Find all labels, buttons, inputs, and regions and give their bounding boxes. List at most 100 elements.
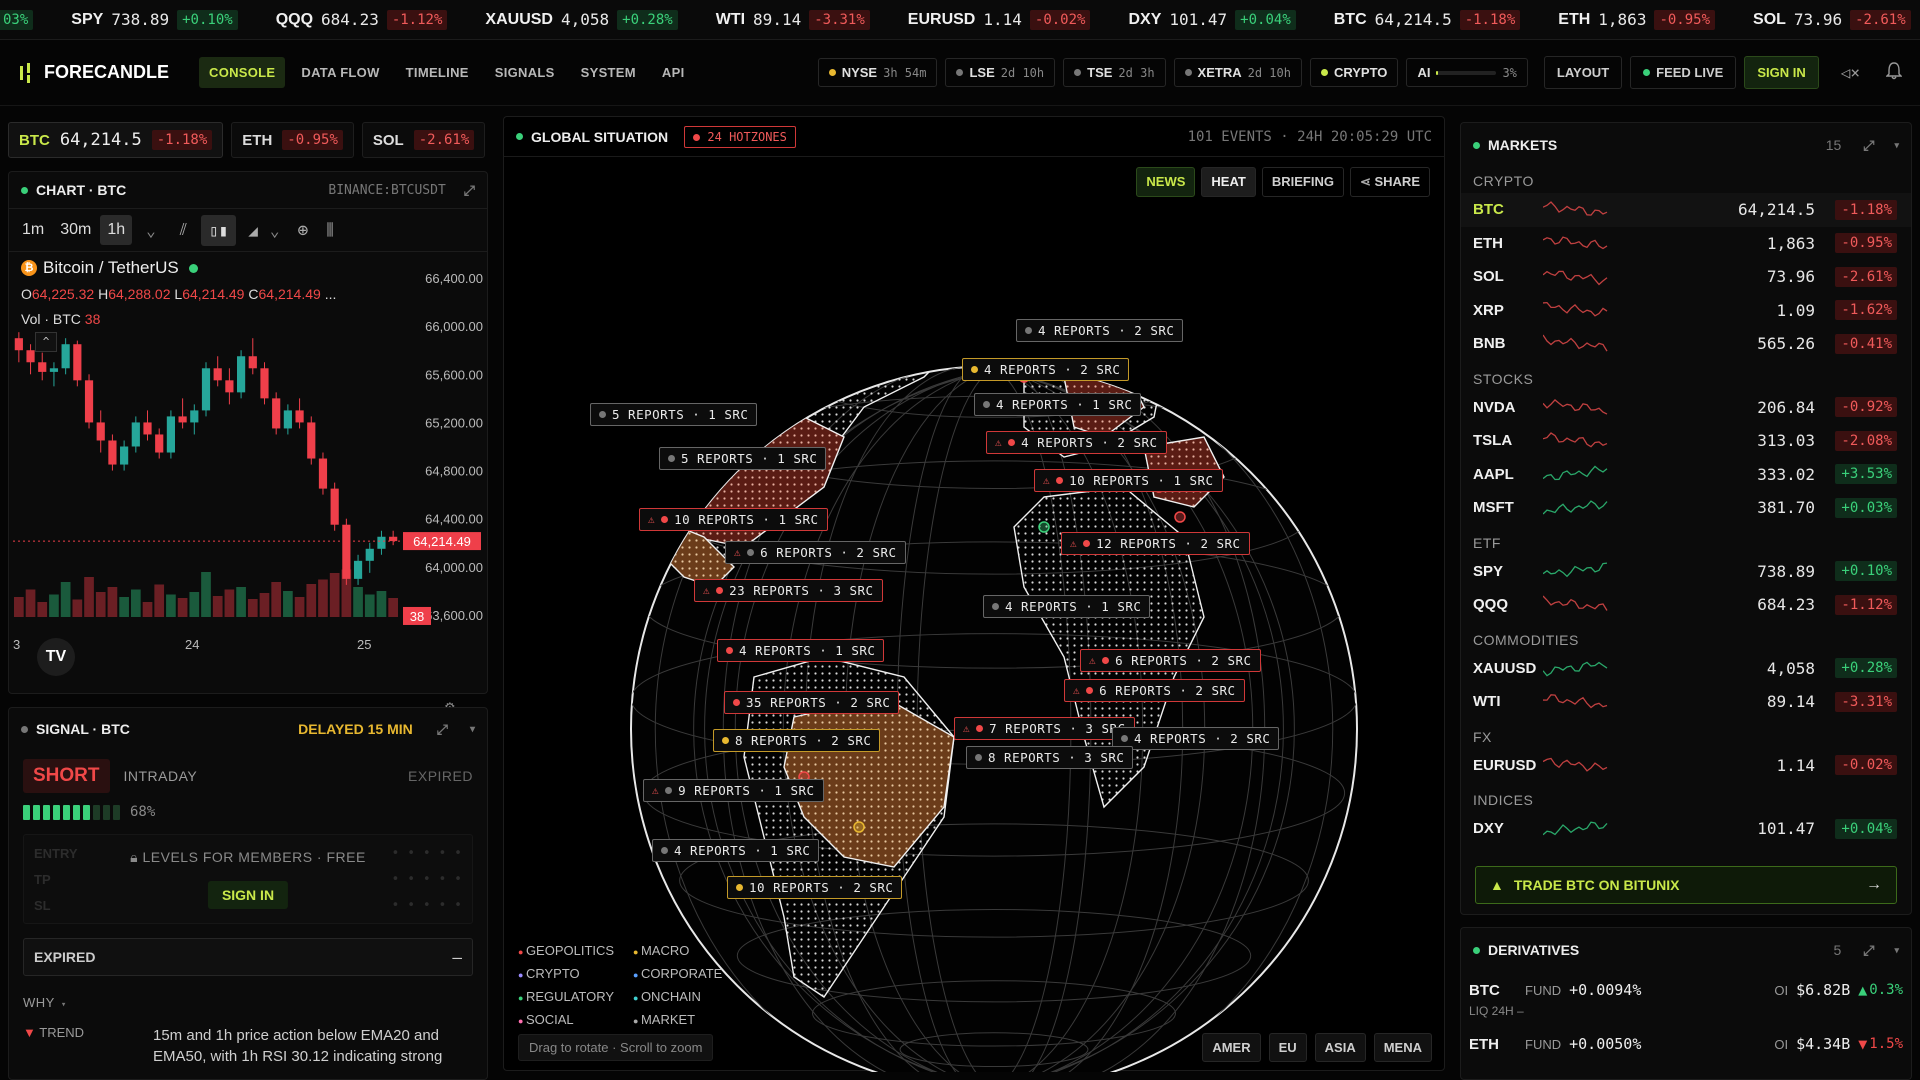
expand-icon[interactable]: ⤢ (1863, 137, 1874, 154)
legend-geopolitics[interactable]: ● GEOPOLITICS (518, 943, 633, 958)
legend-social[interactable]: ● SOCIAL (518, 1012, 633, 1027)
market-row-xauusd[interactable]: XAUUSD 4,058 +0.28% (1461, 652, 1911, 686)
market-row-spy[interactable]: SPY 738.89 +0.10% (1461, 555, 1911, 589)
legend-market[interactable]: ● MARKET (633, 1012, 748, 1027)
hotzone-label[interactable]: 8 REPORTS · 2 SRC (713, 729, 881, 752)
hotzone-label[interactable]: ⚠ 6 REPORTS · 2 SRC (1080, 649, 1261, 672)
market-hours-crypto[interactable]: CRYPTO (1309, 58, 1399, 87)
chevron-down-icon[interactable]: ▾ (470, 724, 475, 735)
hotzone-label[interactable]: ⚠ 7 REPORTS · 3 SRC (954, 717, 1135, 740)
hotzone-label[interactable]: 4 REPORTS · 1 SRC (717, 639, 885, 662)
chevron-down-icon[interactable]: ▾ (1894, 945, 1899, 956)
ticker-item[interactable]: SPY 738.89 +0.10% (71, 9, 238, 30)
brand-logo[interactable]: FORECANDLE (18, 62, 169, 83)
ticker-item[interactable]: QQQ 684.23 -1.12% (276, 9, 448, 30)
market-hours-nyse[interactable]: NYSE 3h 54m (817, 58, 938, 87)
hotzone-label[interactable]: 8 REPORTS · 3 SRC (966, 746, 1134, 769)
why-section[interactable]: WHY ▾ (9, 976, 487, 1011)
expand-icon[interactable]: ⤢ (1863, 942, 1874, 959)
ticker-item[interactable]: ETH 1,863 -0.95% (1558, 9, 1716, 30)
nav-tab-timeline[interactable]: TIMELINE (396, 57, 479, 88)
ai-usage[interactable]: AI 3% (1406, 58, 1528, 87)
hotzone-label[interactable]: 4 REPORTS · 1 SRC (974, 393, 1142, 416)
derivative-row-btc[interactable]: BTC FUND +0.0094% OI $6.82B ▲ 0.3% LIQ 24H – (1461, 972, 1911, 1022)
market-hours-tse[interactable]: TSE 2d 3h (1063, 58, 1166, 87)
hotzone-label[interactable]: ⚠ 12 REPORTS · 2 SRC (1061, 532, 1250, 555)
market-row-nvda[interactable]: NVDA 206.84 -0.92% (1461, 391, 1911, 425)
expand-icon[interactable]: ⤢ (464, 182, 475, 199)
ticker-item[interactable]: EURUSD 1.14 -0.02% (908, 9, 1091, 30)
hotzone-label[interactable]: 4 REPORTS · 2 SRC (1016, 319, 1184, 342)
price-pill-eth[interactable]: ETH -0.95% (231, 122, 354, 158)
legend-macro[interactable]: ● MACRO (633, 943, 748, 958)
layout-button[interactable]: LAYOUT (1543, 56, 1623, 89)
price-pill-sol[interactable]: SOL -2.61% (361, 122, 486, 158)
nav-tab-api[interactable]: API (652, 57, 695, 88)
legend-onchain[interactable]: ● ONCHAIN (633, 989, 748, 1004)
ticker-item[interactable]: XAUUSD 4,058 +0.28% (485, 9, 678, 30)
ticker-item[interactable]: DXY 101.47 +0.04% (1128, 9, 1296, 30)
ticker-item[interactable]: BTC 64,214.5 -1.18% (1334, 9, 1521, 30)
market-row-qqq[interactable]: QQQ 684.23 -1.12% (1461, 588, 1911, 622)
hotzone-label[interactable]: ⚠ 4 REPORTS · 2 SRC (986, 431, 1167, 454)
hotzone-label[interactable]: ⚠ 10 REPORTS · 1 SRC (639, 508, 828, 531)
signal-signin-button[interactable]: SIGN IN (207, 881, 289, 909)
market-hours-xetra[interactable]: XETRA 2d 10h (1173, 58, 1302, 87)
legend-corporate[interactable]: ● CORPORATE (633, 966, 748, 981)
chevron-down-icon[interactable]: ⌄ (146, 221, 156, 240)
bell-icon[interactable] (1885, 61, 1903, 84)
hotzone-label[interactable]: ⚠ 9 REPORTS · 1 SRC (643, 779, 824, 802)
market-row-sol[interactable]: SOL 73.96 -2.61% (1461, 260, 1911, 294)
hotzone-label[interactable]: 5 REPORTS · 1 SRC (590, 403, 758, 426)
area-style-icon[interactable]: ◢ (248, 221, 258, 240)
expand-icon[interactable]: ⤢ (437, 721, 448, 738)
tradingview-logo-icon[interactable]: TV (37, 638, 75, 676)
chart-area[interactable]: ₿ Bitcoin / TetherUS O64,225.32 H64,288.… (9, 252, 487, 716)
mute-icon[interactable]: ◁× (1841, 63, 1860, 82)
ticker-item[interactable]: 03% (0, 9, 34, 30)
indicators-icon[interactable]: ⫼ (326, 220, 333, 240)
chevron-down-icon[interactable]: ▾ (1894, 140, 1899, 151)
hotzone-label[interactable]: ⚠ 10 REPORTS · 1 SRC (1034, 469, 1223, 492)
nav-tab-signals[interactable]: SIGNALS (485, 57, 565, 88)
hotzone-label[interactable]: 5 REPORTS · 1 SRC (659, 447, 827, 470)
nav-tab-console[interactable]: CONSOLE (199, 57, 286, 88)
legend-crypto[interactable]: ● CRYPTO (518, 966, 633, 981)
chevron-down-icon[interactable]: ⌄ (270, 221, 280, 240)
hotzone-label[interactable]: 4 REPORTS · 1 SRC (983, 595, 1151, 618)
expired-accordion[interactable]: EXPIRED – (23, 938, 473, 976)
interval-30m[interactable]: 30m (53, 215, 98, 245)
market-row-dxy[interactable]: DXY 101.47 +0.04% (1461, 812, 1911, 846)
hotzone-label[interactable]: 35 REPORTS · 2 SRC (724, 691, 900, 714)
trade-button[interactable]: ▲ TRADE BTC ON BITUNIX → (1475, 866, 1897, 904)
add-indicator-icon[interactable]: ⊕ (297, 220, 308, 241)
market-row-xrp[interactable]: XRP 1.09 -1.62% (1461, 294, 1911, 328)
market-row-eth[interactable]: ETH 1,863 -0.95% (1461, 227, 1911, 261)
ticker-item[interactable]: WTI 89.14 -3.31% (716, 9, 870, 30)
hotzone-label[interactable]: ⚠ 23 REPORTS · 3 SRC (694, 579, 883, 602)
nav-tab-data-flow[interactable]: DATA FLOW (291, 57, 389, 88)
market-row-bnb[interactable]: BNB 565.26 -0.41% (1461, 327, 1911, 361)
candle-style-icon[interactable]: ▯▮ (200, 214, 237, 246)
region-asia[interactable]: ASIA (1314, 1033, 1366, 1062)
nav-tab-system[interactable]: SYSTEM (571, 57, 646, 88)
price-pill-btc[interactable]: BTC 64,214.5 -1.18% (8, 122, 224, 158)
derivative-row-eth[interactable]: ETH FUND +0.0050% OI $4.34B ▼ 1.5% (1461, 1022, 1911, 1058)
market-row-btc[interactable]: BTC 64,214.5 -1.18% (1461, 193, 1911, 227)
interval-1h[interactable]: 1h (100, 215, 133, 245)
region-amer[interactable]: AMER (1202, 1033, 1261, 1062)
hotzone-label[interactable]: 4 REPORTS · 1 SRC (652, 839, 820, 862)
signin-button[interactable]: SIGN IN (1744, 56, 1819, 89)
hotzone-label[interactable]: 10 REPORTS · 2 SRC (727, 876, 903, 899)
hotzone-label[interactable]: ⚠ 6 REPORTS · 2 SRC (1064, 679, 1245, 702)
market-row-aapl[interactable]: AAPL 333.02 +3.53% (1461, 458, 1911, 492)
hotzone-label[interactable]: 4 REPORTS · 2 SRC (1112, 727, 1280, 750)
hotzone-label[interactable]: ⚠ 6 REPORTS · 2 SRC (725, 541, 906, 564)
hotzone-label[interactable]: 4 REPORTS · 2 SRC (962, 358, 1130, 381)
collapse-legend-icon[interactable]: ^ (35, 332, 57, 352)
market-hours-lse[interactable]: LSE 2d 10h (945, 58, 1056, 87)
market-row-wti[interactable]: WTI 89.14 -3.31% (1461, 685, 1911, 719)
region-mena[interactable]: MENA (1373, 1033, 1432, 1062)
market-row-eurusd[interactable]: EURUSD 1.14 -0.02% (1461, 749, 1911, 783)
market-row-tsla[interactable]: TSLA 313.03 -2.08% (1461, 424, 1911, 458)
